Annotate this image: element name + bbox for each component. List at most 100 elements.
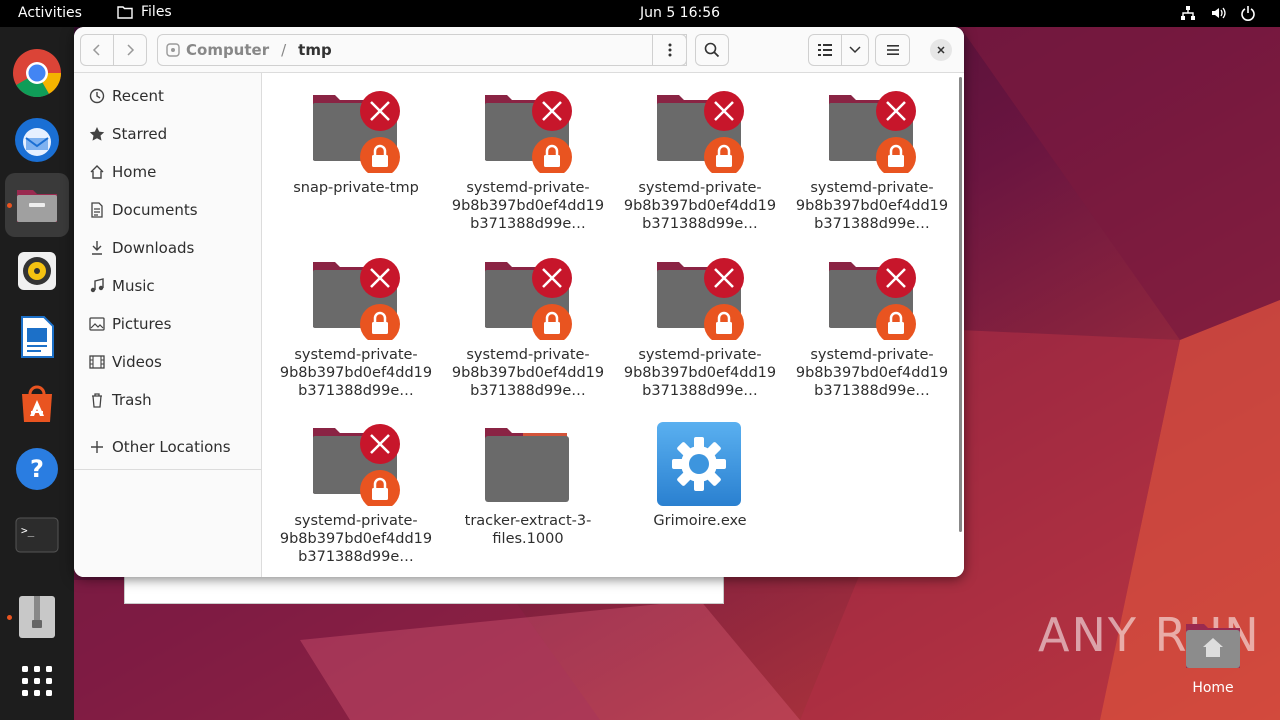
main-menu-button[interactable] xyxy=(875,34,910,66)
file-item[interactable]: systemd-private-9b8b397bd0ef4dd19b371388… xyxy=(614,89,786,233)
network-icon xyxy=(1181,6,1195,20)
app-grid-icon xyxy=(22,666,52,696)
activities-button[interactable]: Activities xyxy=(18,5,82,21)
video-icon xyxy=(89,355,105,369)
trash-icon xyxy=(92,393,102,408)
sidebar-item-label: Other Locations xyxy=(112,438,231,456)
power-icon xyxy=(1241,6,1255,21)
clock[interactable]: Jun 5 16:56 xyxy=(640,5,720,21)
search-button[interactable] xyxy=(695,34,729,66)
sidebar-item-label: Music xyxy=(112,277,155,295)
app-center-icon xyxy=(22,385,52,422)
help-icon: ? xyxy=(16,448,58,490)
dock-writer[interactable] xyxy=(5,305,69,369)
locked-folder-icon xyxy=(655,89,745,177)
rhythmbox-icon xyxy=(18,252,56,290)
sidebar-item-starred[interactable]: Starred xyxy=(74,115,262,153)
chevron-right-icon xyxy=(127,44,135,56)
dock-archive-manager[interactable] xyxy=(5,585,69,649)
locked-folder-icon xyxy=(655,256,745,344)
thunderbird-icon xyxy=(15,118,59,162)
file-name: systemd-private-9b8b397bd0ef4dd19b371388… xyxy=(795,347,949,399)
file-item[interactable]: systemd-private-9b8b397bd0ef4dd19b371388… xyxy=(614,256,786,400)
chrome-icon xyxy=(13,49,62,98)
sidebar-item-videos[interactable]: Videos xyxy=(74,343,262,381)
file-item[interactable]: systemd-private-9b8b397bd0ef4dd19b371388… xyxy=(270,256,442,400)
locked-folder-icon xyxy=(483,89,573,177)
kebab-menu-icon xyxy=(668,43,671,57)
clock-icon xyxy=(89,88,105,104)
sidebar-item-trash[interactable]: Trash xyxy=(74,381,262,419)
volume-icon xyxy=(1212,7,1226,19)
svg-text:?: ? xyxy=(30,455,44,483)
sidebar-item-documents[interactable]: Documents xyxy=(74,191,262,229)
dock-app-center[interactable] xyxy=(5,371,69,435)
locked-folder-icon xyxy=(483,256,573,344)
sidebar-item-other-locations[interactable]: Other Locations xyxy=(74,428,262,466)
breadcrumb-separator: / xyxy=(281,41,287,59)
file-name: systemd-private-9b8b397bd0ef4dd19b371388… xyxy=(451,180,605,232)
dock-thunderbird[interactable] xyxy=(5,107,69,171)
sidebar-item-home[interactable]: Home xyxy=(74,153,262,191)
running-indicator xyxy=(7,203,12,208)
file-item[interactable]: systemd-private-9b8b397bd0ef4dd19b371388… xyxy=(786,89,958,233)
locked-folder-icon xyxy=(311,422,401,510)
path-menu-button[interactable] xyxy=(652,34,687,66)
locked-folder-icon xyxy=(311,256,401,344)
app-menu[interactable]: Files xyxy=(117,4,172,20)
show-apps-button[interactable] xyxy=(5,649,69,713)
music-icon xyxy=(90,278,104,293)
sidebar-item-pictures[interactable]: Pictures xyxy=(74,305,262,343)
star-icon xyxy=(89,127,105,141)
dock-terminal[interactable]: >_ xyxy=(5,503,69,567)
desktop-home[interactable]: Home xyxy=(1183,620,1243,696)
file-item[interactable]: systemd-private-9b8b397bd0ef4dd19b371388… xyxy=(786,256,958,400)
file-name: systemd-private-9b8b397bd0ef4dd19b371388… xyxy=(279,513,433,565)
back-button[interactable] xyxy=(80,34,114,66)
breadcrumb-current[interactable]: tmp xyxy=(298,41,332,59)
locked-folder-icon xyxy=(827,256,917,344)
sidebar-item-recent[interactable]: Recent xyxy=(74,77,262,115)
breadcrumb-computer-label: Computer xyxy=(186,41,270,59)
file-name: Grimoire.exe xyxy=(653,513,747,529)
file-name: tracker-extract-3-files.1000 xyxy=(464,513,592,547)
sidebar-item-label: Videos xyxy=(112,353,162,371)
close-button[interactable] xyxy=(930,39,952,61)
dock-chrome[interactable] xyxy=(5,41,69,105)
home-folder-icon xyxy=(1186,624,1240,668)
file-name: systemd-private-9b8b397bd0ef4dd19b371388… xyxy=(623,180,777,232)
dock-help[interactable]: ? xyxy=(5,437,69,501)
plus-icon xyxy=(91,441,103,453)
svg-text:>_: >_ xyxy=(21,524,35,537)
archive-icon xyxy=(19,596,55,638)
download-icon xyxy=(92,241,102,255)
view-options-button[interactable] xyxy=(841,34,869,66)
file-item[interactable]: tracker-extract-3-files.1000 xyxy=(442,422,614,548)
close-icon xyxy=(937,46,945,54)
file-item[interactable]: systemd-private-9b8b397bd0ef4dd19b371388… xyxy=(442,256,614,400)
desktop-home-label: Home xyxy=(1192,680,1234,696)
file-item[interactable]: systemd-private-9b8b397bd0ef4dd19b371388… xyxy=(442,89,614,233)
top-bar: Activities Files Jun 5 16:56 xyxy=(0,0,1280,27)
folder-icon xyxy=(117,6,133,19)
file-item[interactable]: snap-private-tmp xyxy=(270,89,442,197)
chevron-down-icon xyxy=(849,46,861,54)
system-tray[interactable] xyxy=(1180,5,1256,21)
dock: ? >_ xyxy=(0,27,74,720)
path-bar[interactable]: Computer / tmp xyxy=(157,34,687,66)
file-name: systemd-private-9b8b397bd0ef4dd19b371388… xyxy=(623,347,777,399)
sidebar-item-label: Documents xyxy=(112,201,198,219)
sidebar-item-music[interactable]: Music xyxy=(74,267,262,305)
file-item[interactable]: systemd-private-9b8b397bd0ef4dd19b371388… xyxy=(270,422,442,566)
writer-icon xyxy=(21,316,54,358)
view-toggle-button[interactable] xyxy=(808,34,842,66)
dock-files[interactable] xyxy=(5,173,69,237)
header-bar: Computer / tmp xyxy=(74,27,964,73)
hamburger-icon xyxy=(886,45,899,55)
scrollbar[interactable] xyxy=(959,77,962,532)
sidebar-item-downloads[interactable]: Downloads xyxy=(74,229,262,267)
file-item[interactable]: Grimoire.exe xyxy=(614,422,786,530)
breadcrumb-computer[interactable]: Computer xyxy=(166,41,269,59)
dock-rhythmbox[interactable] xyxy=(5,239,69,303)
forward-button[interactable] xyxy=(113,34,147,66)
